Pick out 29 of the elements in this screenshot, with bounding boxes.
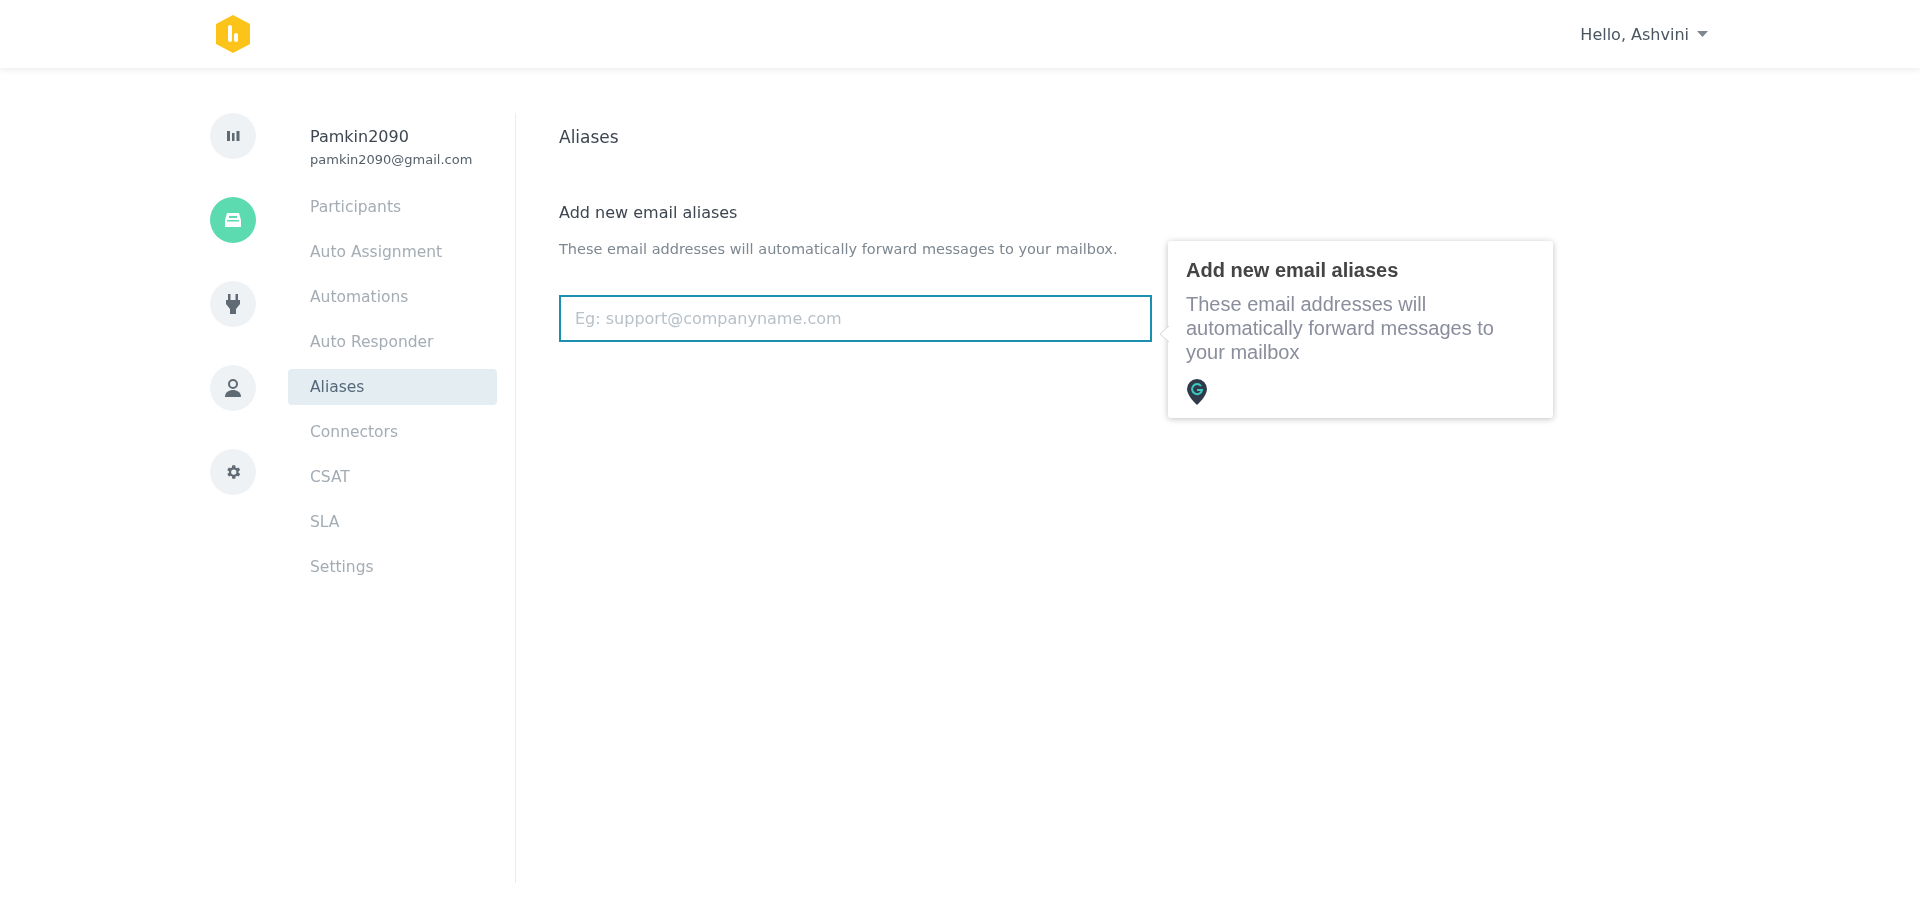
page-title: Aliases [559,127,620,147]
tooltip-text: These email addresses will automatically forward messages to your mailbox [1186,292,1495,364]
nav-icon-button[interactable] [210,449,256,495]
menu-item[interactable]: Connectors [288,414,497,450]
nav-icon-button[interactable] [210,281,256,327]
tooltip-title: Add new email aliases [1186,259,1400,282]
menu-item[interactable]: Automations [288,279,497,315]
inbox-icon [224,212,242,228]
menu-item[interactable]: SLA [288,504,497,540]
hexagon-logo [214,14,252,54]
user-icon [224,378,242,398]
menu-item[interactable]: CSAT [288,459,497,495]
map-pin-icon [1186,378,1208,406]
menu-item[interactable]: Settings [288,549,497,585]
email-alias-input[interactable]: Eg: support@companyname.com [559,295,1152,342]
section-description: These email addresses will automatically forward messages to your mailbox. [559,241,1119,257]
user-menu-button[interactable]: Hello, Ashvini [1580,20,1708,48]
nav-icon-button[interactable] [210,365,256,411]
account-name: Pamkin2090 [309,127,410,146]
section-title: Add new email aliases [559,203,739,222]
nav-icon-button[interactable] [210,113,256,159]
bar-chart-icon [226,129,240,143]
account-email: pamkin2090@gmail.com [309,152,474,167]
menu-item[interactable]: Auto Responder [288,324,497,360]
plug-icon [225,293,241,315]
menu-item[interactable]: Auto Assignment [288,234,497,270]
menu-item[interactable]: Participants [288,189,497,225]
menu-item[interactable]: Aliases [288,369,497,405]
caret-icon [1697,31,1708,37]
